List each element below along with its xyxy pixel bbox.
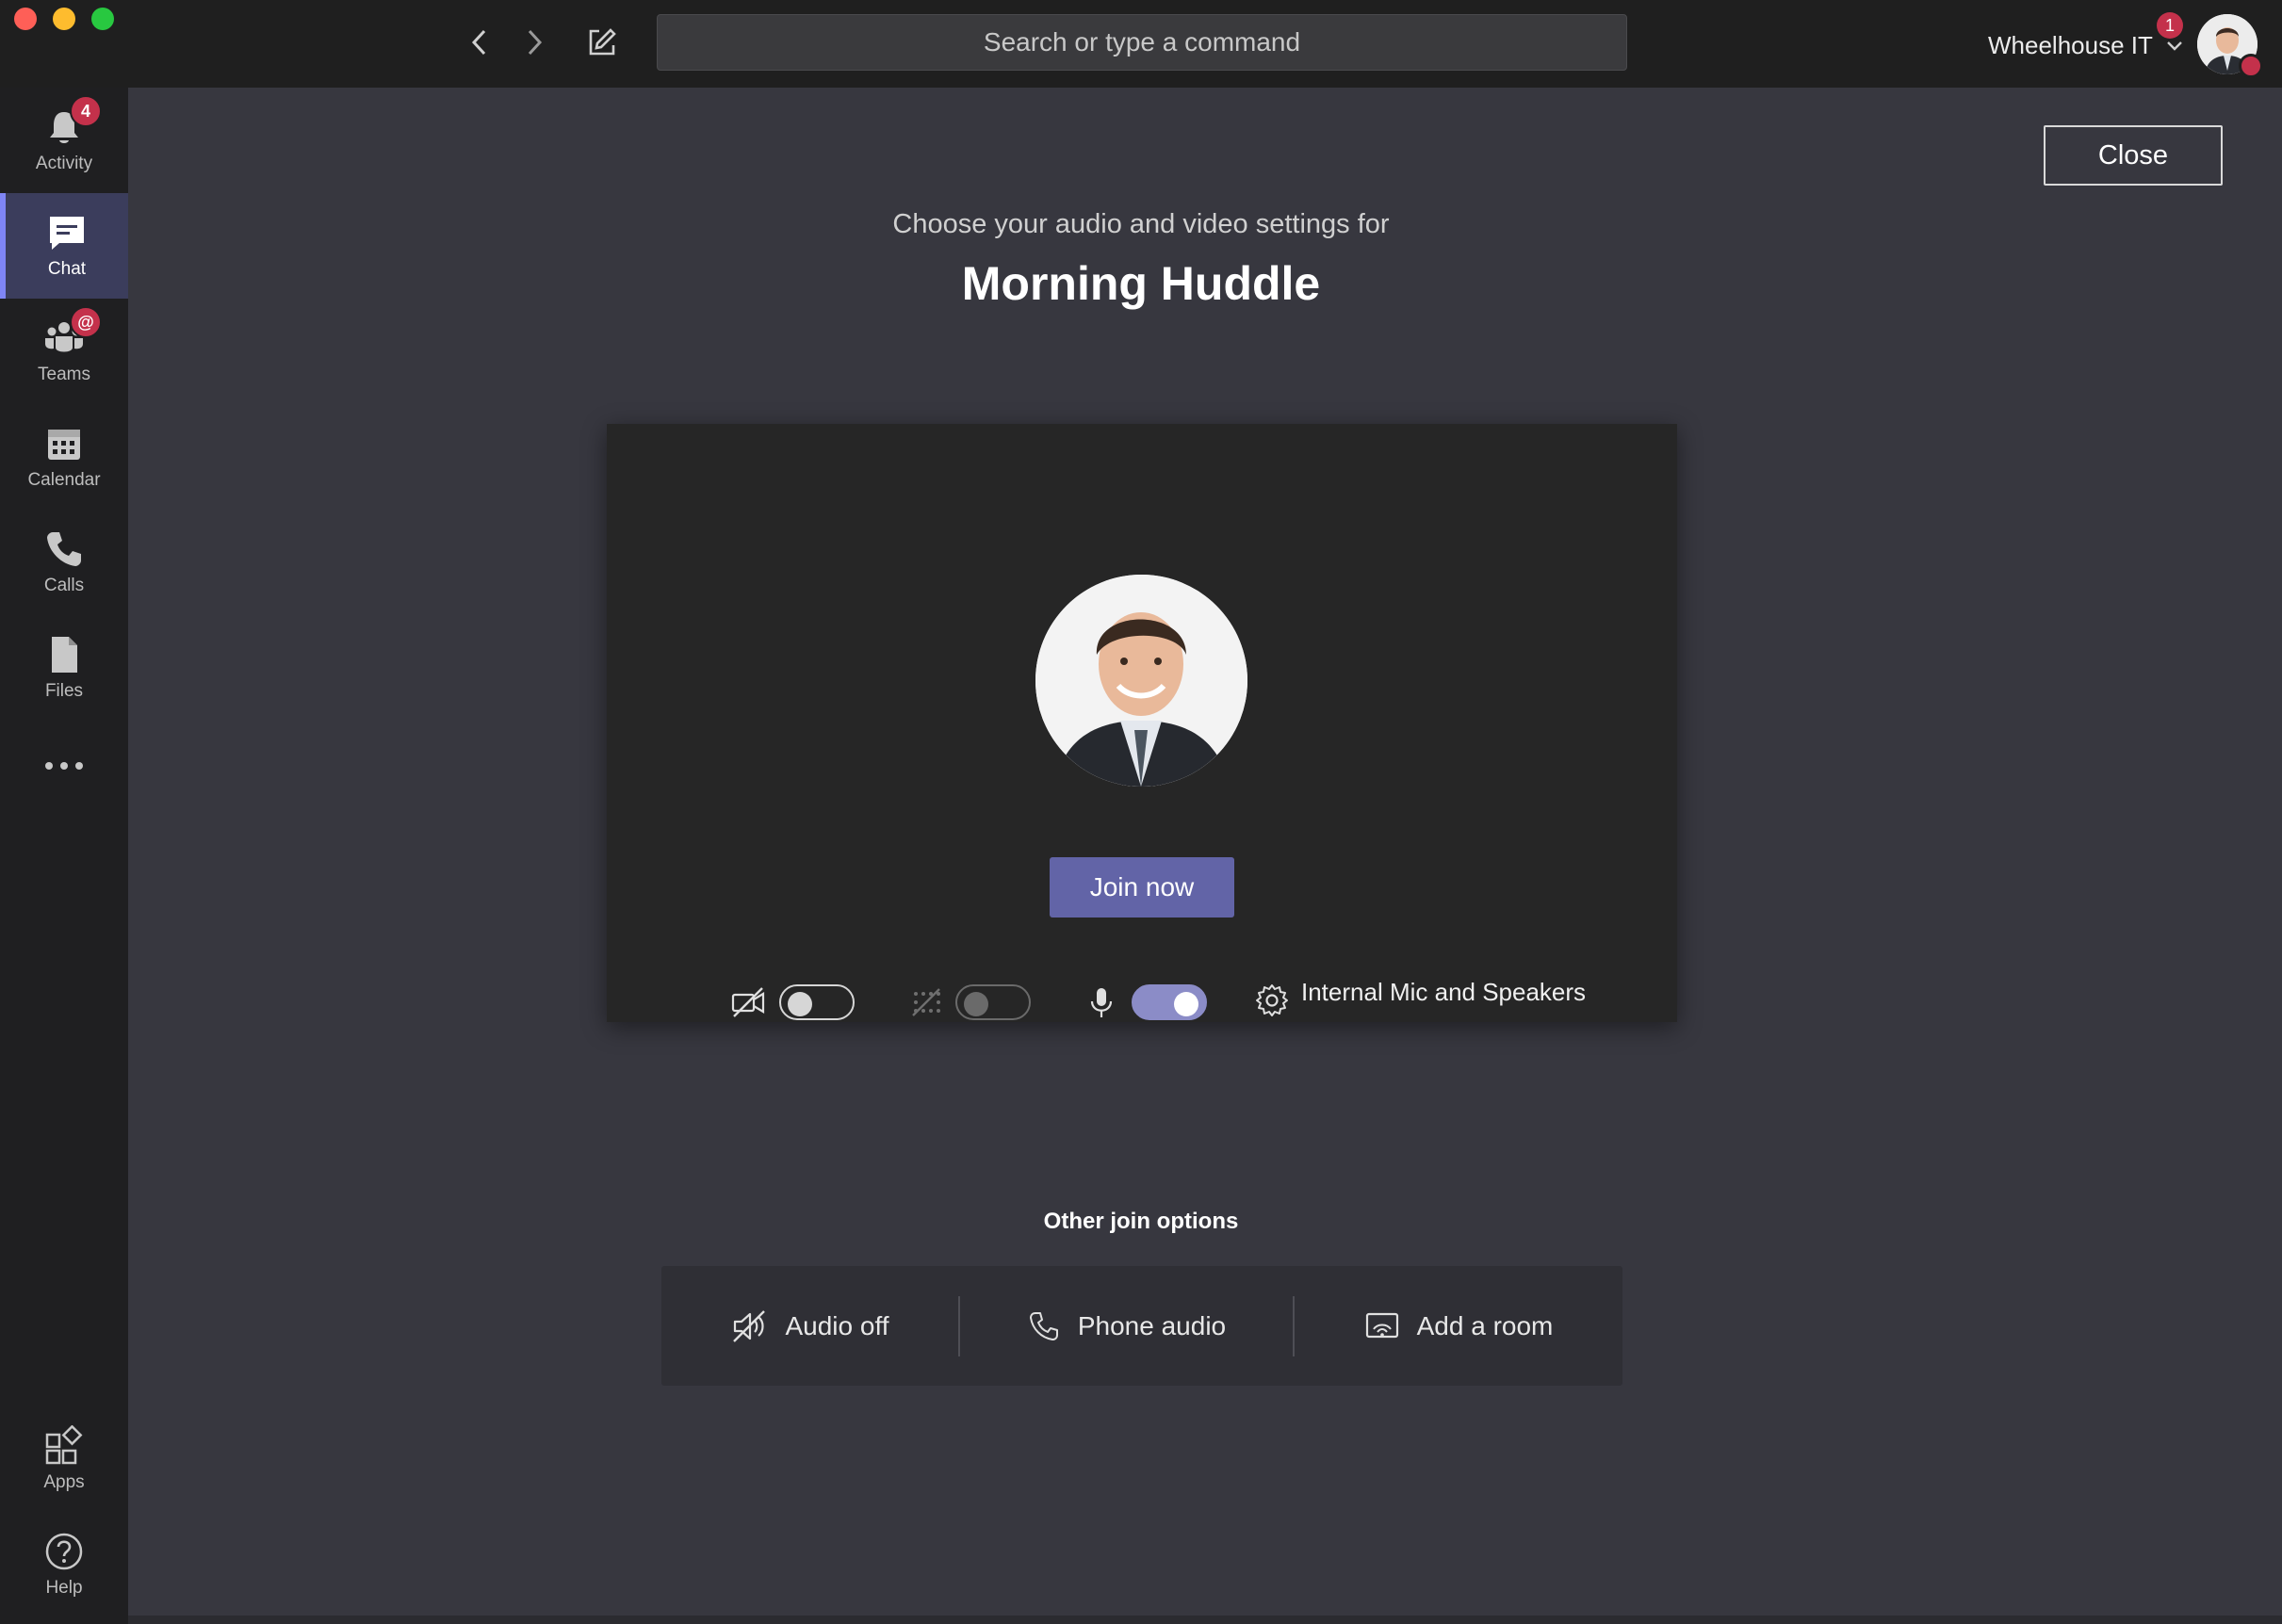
rail-label-apps: Apps — [43, 1472, 85, 1492]
rail-label-calls: Calls — [43, 576, 85, 595]
add-room-option[interactable]: Add a room — [1295, 1266, 1622, 1386]
org-name: Wheelhouse IT — [1988, 30, 2153, 59]
rail-label-files: Files — [44, 681, 84, 701]
rail-label-help: Help — [45, 1578, 83, 1598]
person-photo-icon — [1035, 575, 1247, 787]
activity-badge: 4 — [70, 95, 102, 127]
teams-mention-badge: @ — [70, 306, 102, 338]
org-notification-badge: 1 — [2157, 12, 2183, 39]
window-close-button[interactable] — [14, 8, 37, 30]
rail-label-activity: Activity — [35, 154, 93, 173]
audio-off-label: Audio off — [785, 1310, 889, 1340]
other-join-options-title: Other join options — [1043, 1209, 1239, 1234]
audio-device-label[interactable]: Internal Mic and Speakers — [1301, 978, 1586, 1007]
camera-off-icon — [731, 987, 765, 1017]
rail-item-files[interactable]: Files — [0, 615, 128, 721]
rail-label-calendar: Calendar — [27, 470, 101, 490]
close-button[interactable]: Close — [2044, 125, 2223, 186]
phone-icon — [1029, 1311, 1058, 1340]
rail-item-apps[interactable]: Apps — [0, 1406, 128, 1512]
camera-toggle[interactable] — [779, 984, 855, 1020]
background-blur-icon — [912, 988, 940, 1016]
rail-label-teams: Teams — [38, 365, 90, 384]
speaker-off-icon — [733, 1309, 766, 1342]
back-button[interactable] — [461, 24, 498, 61]
rail-item-help[interactable]: Help — [0, 1512, 128, 1617]
app-rail: 4 Activity Chat @ Teams Calendar Calls F… — [0, 88, 128, 1624]
cast-room-icon — [1365, 1312, 1398, 1338]
new-chat-button[interactable] — [583, 24, 621, 61]
help-icon — [45, 1533, 83, 1570]
more-icon — [45, 762, 83, 770]
gear-icon[interactable] — [1254, 983, 1290, 1018]
chevron-left-icon — [471, 29, 486, 56]
file-icon — [52, 637, 77, 673]
add-room-label: Add a room — [1416, 1310, 1554, 1340]
window-maximize-button[interactable] — [91, 8, 114, 30]
phone-audio-option[interactable]: Phone audio — [960, 1266, 1293, 1386]
presence-busy-indicator — [2239, 54, 2263, 78]
rail-item-calendar[interactable]: Calendar — [0, 404, 128, 510]
search-box[interactable] — [657, 14, 1627, 71]
window-minimize-button[interactable] — [53, 8, 75, 30]
rail-item-activity[interactable]: 4 Activity — [0, 88, 128, 193]
phone-audio-label: Phone audio — [1077, 1310, 1227, 1340]
search-input[interactable] — [658, 14, 1626, 71]
background-blur-toggle[interactable] — [955, 984, 1031, 1020]
other-join-options-bar: Audio off Phone audio Add a room — [661, 1266, 1622, 1386]
apps-icon — [45, 1424, 83, 1465]
org-switcher[interactable]: Wheelhouse IT — [1988, 26, 2185, 64]
calendar-icon — [48, 430, 80, 460]
rail-item-calls[interactable]: Calls — [0, 510, 128, 615]
phone-icon — [47, 532, 81, 566]
prejoin-subtitle: Choose your audio and video settings for — [892, 209, 1390, 239]
microphone-toggle[interactable] — [1132, 984, 1207, 1020]
chevron-right-icon — [528, 29, 543, 56]
user-avatar — [1035, 575, 1247, 787]
join-now-button[interactable]: Join now — [1050, 857, 1234, 918]
video-preview-panel: Join now Internal Mic and Speakers — [607, 424, 1677, 1022]
compose-icon — [589, 28, 616, 56]
rail-item-teams[interactable]: @ Teams — [0, 299, 128, 404]
audio-off-option[interactable]: Audio off — [661, 1266, 958, 1386]
forward-button[interactable] — [515, 24, 553, 61]
meeting-title: Morning Huddle — [961, 257, 1321, 310]
microphone-icon — [1090, 988, 1113, 1017]
title-bar: Wheelhouse IT 1 — [0, 0, 2282, 88]
rail-more-apps-button[interactable] — [0, 719, 128, 813]
